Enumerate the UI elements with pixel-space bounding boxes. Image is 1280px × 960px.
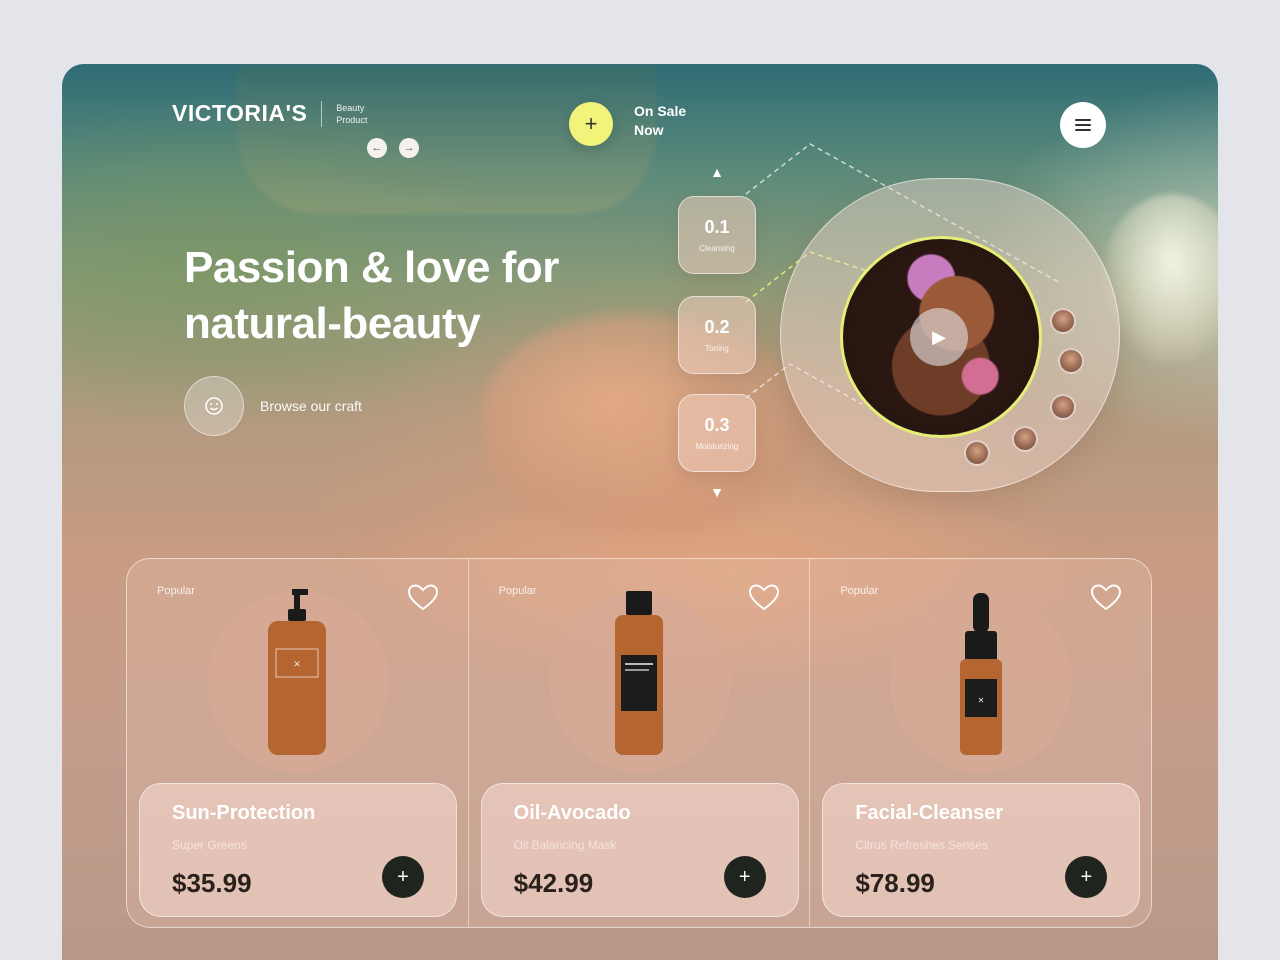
step-up-icon[interactable]: ▲ bbox=[708, 164, 726, 180]
play-icon[interactable]: ▶ bbox=[910, 308, 968, 366]
heart-icon[interactable] bbox=[1089, 581, 1123, 615]
thumbnail[interactable] bbox=[1058, 348, 1084, 374]
add-to-cart-button[interactable]: + bbox=[1065, 856, 1108, 898]
add-to-cart-button[interactable]: + bbox=[723, 856, 766, 898]
add-to-cart-button[interactable]: + bbox=[382, 856, 424, 898]
product-name[interactable]: Sun-Protection bbox=[172, 802, 315, 825]
product-info: Facial-Cleanser Citrus Refreshes Senses … bbox=[822, 783, 1141, 917]
step-label: Moisturizing bbox=[695, 442, 739, 451]
product-card[interactable]: Popular Oil-Avocado Oil Balancing Mask $… bbox=[469, 559, 811, 927]
product-price: $42.99 bbox=[513, 868, 594, 898]
product-card[interactable]: Popular ✕ Sun-Protection Super Greens $3… bbox=[127, 559, 469, 927]
popular-tag: Popular bbox=[157, 585, 195, 597]
pump-bottle-icon: ✕ bbox=[268, 589, 327, 755]
step-moisturizing[interactable]: 0.3 Moisturizing bbox=[678, 394, 756, 472]
product-cards: Popular ✕ Sun-Protection Super Greens $3… bbox=[126, 558, 1152, 928]
step-down-icon[interactable]: ▼ bbox=[708, 484, 726, 500]
product-card[interactable]: Popular ✕ Facial-Cleanser Citrus Refresh… bbox=[810, 559, 1151, 927]
product-name[interactable]: Facial-Cleanser bbox=[855, 802, 1003, 825]
heart-icon[interactable] bbox=[747, 581, 781, 615]
product-info: Oil-Avocado Oil Balancing Mask $42.99 + bbox=[480, 783, 799, 917]
thumbnail[interactable] bbox=[1050, 308, 1076, 334]
dropper-bottle-icon: ✕ bbox=[959, 593, 1002, 755]
hero-frame: VICTORIA'S Beauty Product ← → + On Sale … bbox=[62, 64, 1218, 960]
step-label: Cleansing bbox=[699, 244, 735, 253]
thumbnail[interactable] bbox=[1050, 394, 1076, 420]
step-number: 0.3 bbox=[704, 415, 730, 435]
svg-text:✕: ✕ bbox=[294, 659, 302, 669]
svg-text:✕: ✕ bbox=[977, 696, 984, 705]
plus-icon: + bbox=[738, 865, 751, 888]
thumbnail[interactable] bbox=[964, 440, 990, 466]
product-name[interactable]: Oil-Avocado bbox=[514, 802, 631, 825]
product-price: $78.99 bbox=[855, 868, 935, 898]
product-info: Sun-Protection Super Greens $35.99 + bbox=[139, 783, 457, 917]
product-subtitle: Super Greens bbox=[172, 838, 247, 852]
plus-icon: + bbox=[1080, 865, 1093, 888]
product-price: $35.99 bbox=[172, 868, 252, 898]
bottle-icon bbox=[615, 591, 663, 755]
play-glyph: ▶ bbox=[932, 326, 946, 347]
popular-tag: Popular bbox=[840, 585, 879, 597]
heart-icon[interactable] bbox=[406, 581, 440, 615]
step-number: 0.1 bbox=[704, 217, 730, 237]
product-subtitle: Citrus Refreshes Senses bbox=[855, 838, 989, 852]
step-label: Toning bbox=[705, 344, 729, 353]
step-cleansing[interactable]: 0.1 Cleansing bbox=[678, 196, 756, 274]
step-toning[interactable]: 0.2 Toning bbox=[678, 296, 756, 374]
step-number: 0.2 bbox=[704, 317, 730, 337]
popular-tag: Popular bbox=[498, 585, 537, 597]
plus-icon: + bbox=[397, 865, 409, 888]
product-subtitle: Oil Balancing Mask bbox=[513, 838, 617, 852]
thumbnail[interactable] bbox=[1012, 426, 1038, 452]
